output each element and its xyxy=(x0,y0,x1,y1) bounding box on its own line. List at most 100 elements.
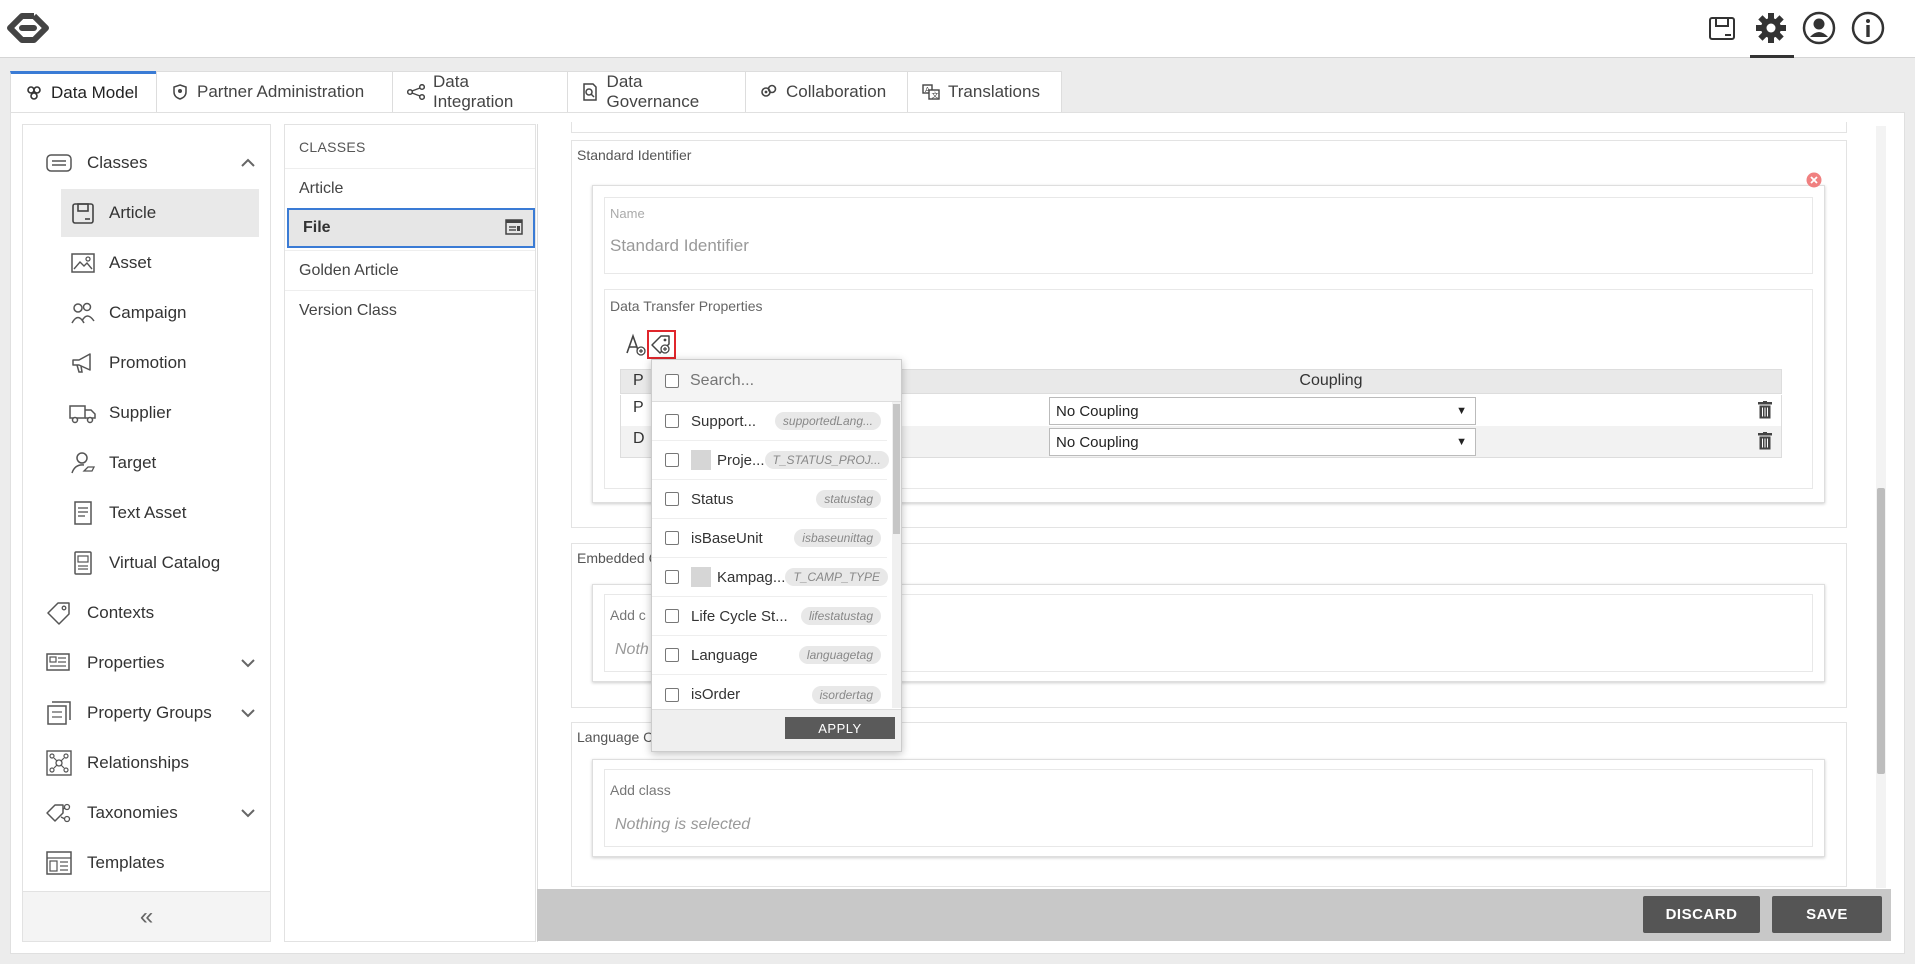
dtp-title: Data Transfer Properties xyxy=(610,298,763,314)
sidebar-item-property-groups[interactable]: Property Groups xyxy=(23,689,270,737)
sidebar-item-label: Asset xyxy=(109,253,152,272)
option-checkbox[interactable] xyxy=(665,453,679,467)
target-person-icon xyxy=(69,449,97,477)
section-title: Embedded C xyxy=(577,550,659,566)
integration-icon xyxy=(407,83,425,101)
option-tag: isordertag xyxy=(811,685,881,704)
option-tag: languagetag xyxy=(798,646,881,664)
class-item-label: Version Class xyxy=(299,301,397,319)
add-tag-property-button[interactable] xyxy=(647,330,676,359)
trash-icon[interactable] xyxy=(1758,432,1772,450)
option-checkbox[interactable] xyxy=(665,570,679,584)
sidebar-item-asset[interactable]: Asset xyxy=(61,239,259,287)
box-icon[interactable] xyxy=(1704,10,1740,46)
sidebar-item-templates[interactable]: Templates xyxy=(23,839,270,887)
collapse-sidebar-button[interactable]: « xyxy=(23,891,270,941)
sidebar-item-properties[interactable]: Properties xyxy=(23,639,270,687)
picker-option[interactable]: Life Cycle St... lifestatustag xyxy=(652,597,887,636)
section-title: Language C xyxy=(577,729,654,745)
tab-data-model[interactable]: Data Model xyxy=(10,71,157,112)
sidebar-item-label: Relationships xyxy=(87,753,190,772)
picker-footer: APPLY xyxy=(652,709,901,751)
add-text-property-icon[interactable] xyxy=(624,333,646,356)
color-swatch xyxy=(691,450,711,470)
name-field[interactable]: Name Standard Identifier xyxy=(604,197,1813,274)
chevron-down-icon[interactable] xyxy=(240,705,256,721)
option-checkbox[interactable] xyxy=(665,687,679,702)
option-label: isOrder xyxy=(691,686,741,703)
class-item-version-class[interactable]: Version Class xyxy=(285,290,535,330)
shield-icon xyxy=(171,83,189,101)
sidebar-item-target[interactable]: Target xyxy=(61,439,259,487)
option-tag: statustag xyxy=(816,490,881,508)
chevron-down-icon[interactable] xyxy=(240,805,256,821)
sidebar-item-text-asset[interactable]: Text Asset xyxy=(61,489,259,537)
class-item-label: Article xyxy=(299,179,344,197)
sidebar-item-relationships[interactable]: Relationships xyxy=(23,739,270,787)
coupling-select[interactable]: No Coupling ▼ xyxy=(1049,397,1476,425)
option-checkbox[interactable] xyxy=(665,609,679,623)
tab-data-governance[interactable]: Data Governance xyxy=(567,71,746,112)
gear-icon[interactable] xyxy=(1753,10,1789,46)
option-label: Kampag... xyxy=(717,568,786,586)
class-item-golden-article[interactable]: Golden Article xyxy=(285,250,535,290)
option-checkbox[interactable] xyxy=(665,492,679,506)
picker-option[interactable]: Language languagetag xyxy=(652,636,887,675)
language-class-field[interactable]: Add class Nothing is selected xyxy=(604,769,1813,847)
info-icon[interactable] xyxy=(1850,10,1886,46)
picker-scrollbar-thumb[interactable] xyxy=(893,404,900,534)
sidebar-item-label: Virtual Catalog xyxy=(109,553,221,572)
select-all-checkbox[interactable] xyxy=(665,374,679,388)
embedded-add-label: Add c xyxy=(610,607,646,623)
picker-option[interactable]: isBaseUnit isbaseunittag xyxy=(652,519,887,558)
picker-search-input[interactable] xyxy=(690,368,890,394)
tag-plus-icon xyxy=(651,335,670,354)
app-logo[interactable] xyxy=(4,8,50,48)
action-footer: DISCARD SAVE xyxy=(537,889,1891,941)
trash-icon[interactable] xyxy=(1758,401,1772,419)
sidebar-item-contexts[interactable]: Contexts xyxy=(23,589,270,637)
tab-data-integration[interactable]: Data Integration xyxy=(392,71,568,112)
picker-option[interactable]: Support... supportedLang... xyxy=(652,402,887,441)
option-tag: supportedLang... xyxy=(774,412,881,430)
double-chevron-left-icon: « xyxy=(139,902,154,930)
sidebar-item-taxonomies[interactable]: Taxonomies xyxy=(23,789,270,837)
tab-label: Data Model xyxy=(51,83,138,102)
content-scrollbar-thumb[interactable] xyxy=(1877,488,1885,774)
apply-button[interactable]: APPLY xyxy=(785,717,895,739)
picker-option[interactable]: Status statustag xyxy=(652,480,887,519)
option-checkbox[interactable] xyxy=(665,414,679,428)
governance-icon xyxy=(582,83,599,101)
tab-collaboration[interactable]: Collaboration xyxy=(745,71,908,112)
class-item-file[interactable]: File xyxy=(287,208,535,248)
details-icon[interactable] xyxy=(505,219,523,235)
catalog-icon xyxy=(69,549,97,577)
sidebar-item-classes[interactable]: Classes xyxy=(23,139,270,187)
row-property-name: P xyxy=(633,399,644,416)
chevron-up-icon[interactable] xyxy=(240,155,256,171)
option-checkbox[interactable] xyxy=(665,648,679,662)
user-icon[interactable] xyxy=(1801,10,1837,46)
tag-icon xyxy=(45,599,73,627)
remove-icon[interactable] xyxy=(1806,172,1822,188)
class-item-article[interactable]: Article xyxy=(285,168,535,208)
picker-option[interactable]: Kampag... T_CAMP_TYPE xyxy=(652,558,889,597)
coupling-select[interactable]: No Coupling ▼ xyxy=(1049,428,1476,456)
image-icon xyxy=(69,249,97,277)
sidebar-item-campaign[interactable]: Campaign xyxy=(61,289,259,337)
collaboration-icon xyxy=(760,83,778,101)
tab-translations[interactable]: A文 Translations xyxy=(907,71,1062,112)
sidebar-item-supplier[interactable]: Supplier xyxy=(61,389,259,437)
tab-partner-administration[interactable]: Partner Administration xyxy=(156,71,393,112)
save-button[interactable]: SAVE xyxy=(1772,896,1882,933)
chevron-down-icon[interactable] xyxy=(240,655,256,671)
properties-icon xyxy=(45,649,73,677)
sidebar-item-article[interactable]: Article xyxy=(61,189,259,237)
sidebar-item-label: Campaign xyxy=(109,303,187,322)
picker-option[interactable]: Proje... T_STATUS_PROJ... xyxy=(652,441,889,480)
option-label: Support... xyxy=(691,412,757,430)
discard-button[interactable]: DISCARD xyxy=(1643,896,1760,933)
sidebar-item-promotion[interactable]: Promotion xyxy=(61,339,259,387)
sidebar-item-virtual-catalog[interactable]: Virtual Catalog xyxy=(61,539,259,587)
option-checkbox[interactable] xyxy=(665,531,679,545)
